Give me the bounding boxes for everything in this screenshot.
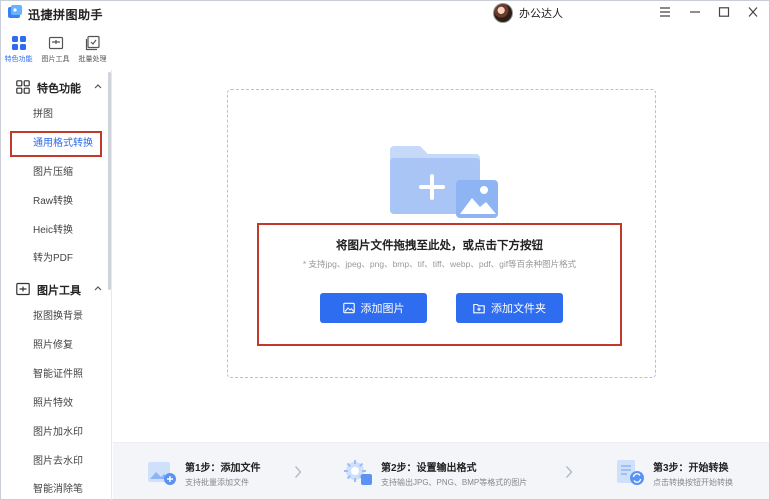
image-icon [342,302,355,314]
add-image-label: 添加图片 [360,303,405,315]
close-button[interactable] [742,3,764,21]
tab-features[interactable]: 特色功能 [0,30,37,70]
drop-zone-title: 将图片文件拖拽至此处，或点击下方按钮 [336,240,543,252]
sidebar-item-heic[interactable]: Heic转换 [10,218,102,244]
user-account[interactable]: 办公达人 [493,2,563,24]
step-3-desc: 点击转换按钮开始转换 [653,478,733,487]
step-2-desc: 支持输出JPG、PNG、BMP等格式的图片 [381,478,528,487]
close-icon [748,7,758,17]
sidebar-item-raw[interactable]: Raw转换 [10,189,102,215]
minimize-icon [690,11,700,13]
sidebar-section-label: 特色功能 [37,83,81,95]
tab-batch[interactable]: 批量处理 [74,30,111,70]
avatar[interactable] [493,3,513,23]
chevron-right-icon [294,466,302,478]
drop-zone-subtitle: * 支持jpg、jpeg、png、bmp、tif、tiff、webp、pdf、g… [302,259,577,269]
step-1-title: 第1步：添加文件 [185,463,261,474]
add-folder-button[interactable]: 添加文件夹 [456,293,563,323]
app-logo-icon [8,5,22,18]
sidebar-item-to-pdf[interactable]: 转为PDF [10,246,102,272]
chevron-up-icon [94,84,102,89]
convert-icon [617,460,644,485]
tab-features-label: 特色功能 [4,56,33,63]
maximize-button[interactable] [713,3,735,21]
tab-image-tools[interactable]: 图片工具 [37,30,74,70]
batch-icon [85,35,100,51]
sidebar-section-image-tools[interactable]: 图片工具 [0,275,108,303]
maximize-icon [718,7,730,17]
steps-bar: 第1步：添加文件 支持批量添加文件 第2步：设置输出格式 支持输出JPG、PNG… [113,442,769,499]
sidebar-item-photo-effects[interactable]: 照片特效 [10,391,102,417]
folder-add-icon [473,303,485,314]
chevron-right-icon [565,466,573,478]
add-folder-label: 添加文件夹 [491,303,546,315]
step-3-title: 第3步：开始转换 [653,463,729,474]
step-2-title: 第2步：设置输出格式 [381,463,477,474]
sidebar-item-cutout[interactable]: 抠图换背景 [10,304,102,330]
sidebar-section-features[interactable]: 特色功能 [0,73,108,101]
title-bar: 迅捷拼图助手 办公达人 [0,0,770,28]
app-title: 迅捷拼图助手 [28,8,104,22]
grid-icon [11,36,26,50]
sidebar-item-smart-eraser[interactable]: 智能消除笔 [10,477,102,500]
sidebar-item-photo-repair[interactable]: 照片修复 [10,333,102,359]
sidebar-item-compress[interactable]: 图片压缩 [10,160,102,186]
tool-tabs: 特色功能 图片工具 批量处理 [0,30,112,70]
step-1-desc: 支持批量添加文件 [185,478,249,487]
menu-icon [660,7,670,17]
image-tool-icon [16,282,30,296]
minimize-button[interactable] [684,3,706,21]
settings-icon [344,460,372,485]
tab-image-tools-label: 图片工具 [41,56,70,63]
image-tool-icon [48,36,63,50]
sidebar-item-remove-watermark[interactable]: 图片去水印 [10,449,102,475]
sidebar-item-collage[interactable]: 拼图 [10,102,102,128]
sidebar-item-format-convert[interactable]: 通用格式转换 [10,131,102,157]
add-image-button[interactable]: 添加图片 [320,293,427,323]
sidebar-item-id-photo[interactable]: 智能证件照 [10,362,102,388]
sidebar-item-add-watermark[interactable]: 图片加水印 [10,420,102,446]
menu-button[interactable] [654,3,676,21]
folder-image-icon [390,146,498,218]
sidebar-scrollbar[interactable] [108,72,111,290]
add-file-icon [148,462,176,485]
grid-icon [16,80,30,94]
chevron-up-icon [94,286,102,291]
tab-batch-label: 批量处理 [78,56,107,63]
sidebar-section-label: 图片工具 [37,285,81,297]
user-name[interactable]: 办公达人 [519,5,563,21]
